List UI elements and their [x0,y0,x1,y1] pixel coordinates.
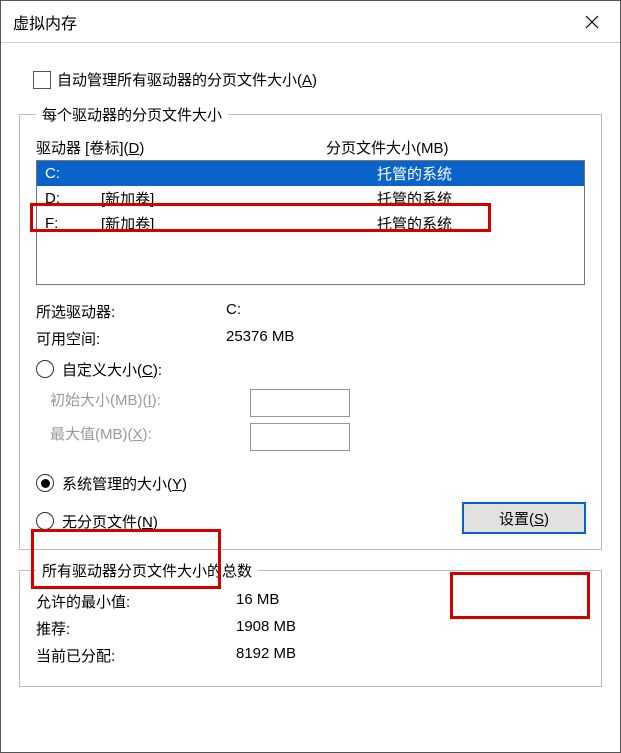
titlebar: 虚拟内存 [1,1,620,43]
set-button[interactable]: 设置(S) [463,503,585,533]
no-paging-label: 无分页文件(N) [62,511,158,532]
totals-group: 所有驱动器分页文件大小的总数 允许的最小值: 16 MB 推荐: 1908 MB… [19,560,602,687]
initial-size-row: 初始大小(MB)(I): [50,389,585,417]
drive-volume-label: [新加卷] [101,188,377,209]
custom-size-label: 自定义大小(C): [62,359,162,380]
set-button-label: 设置(S) [499,508,549,529]
max-size-input [250,423,350,451]
system-managed-label: 系统管理的大小(Y) [62,473,187,494]
dialog-content: 自动管理所有驱动器的分页文件大小(A) 每个驱动器的分页文件大小 驱动器 [卷标… [1,43,620,752]
drive-row-c[interactable]: C: 托管的系统 [37,161,584,186]
recommended-label: 推荐: [36,618,236,639]
window-title: 虚拟内存 [13,10,77,34]
allocated-row: 当前已分配: 8192 MB [36,645,585,666]
available-space-label: 可用空间: [36,328,226,349]
paging-header-label: 分页文件大小(MB) [326,137,585,158]
drive-letter: F: [45,215,101,232]
selected-drive-row: 所选驱动器: C: [36,301,585,322]
auto-manage-label: 自动管理所有驱动器的分页文件大小(A) [57,69,317,90]
drive-paging-size: 托管的系统 [377,188,584,209]
radio-dot-icon [41,479,50,488]
radio-icon [36,474,54,492]
min-allowed-row: 允许的最小值: 16 MB [36,591,585,612]
system-managed-radio[interactable]: 系统管理的大小(Y) [36,469,585,497]
close-icon [585,15,599,29]
drive-row-f[interactable]: F: [新加卷] 托管的系统 [37,211,584,236]
initial-size-input [250,389,350,417]
available-space-row: 可用空间: 25376 MB [36,328,585,349]
drive-volume-label: [新加卷] [101,213,377,234]
virtual-memory-dialog: 虚拟内存 自动管理所有驱动器的分页文件大小(A) 每个驱动器的分页文件大小 驱动… [0,0,621,753]
selected-drive-label: 所选驱动器: [36,301,226,322]
recommended-value: 1908 MB [236,618,296,639]
drive-letter: C: [45,165,101,182]
per-drive-group: 每个驱动器的分页文件大小 驱动器 [卷标](D) 分页文件大小(MB) C: 托… [19,104,602,550]
custom-size-radio[interactable]: 自定义大小(C): [36,355,585,383]
recommended-row: 推荐: 1908 MB [36,618,585,639]
per-drive-legend: 每个驱动器的分页文件大小 [36,104,228,125]
allocated-label: 当前已分配: [36,645,236,666]
available-space-value: 25376 MB [226,328,294,349]
drive-letter: D: [45,190,101,207]
auto-manage-checkbox[interactable]: 自动管理所有驱动器的分页文件大小(A) [33,69,602,90]
no-paging-radio[interactable]: 无分页文件(N) [36,507,463,535]
drive-paging-size: 托管的系统 [377,163,584,184]
drive-header-label: 驱动器 [卷标](D) [36,137,326,158]
min-allowed-label: 允许的最小值: [36,591,236,612]
close-button[interactable] [564,1,620,43]
max-size-label: 最大值(MB)(X): [50,423,240,451]
allocated-value: 8192 MB [236,645,296,666]
checkbox-icon [33,71,51,89]
totals-legend: 所有驱动器分页文件大小的总数 [36,560,258,581]
selected-drive-value: C: [226,301,241,322]
drive-list-headers: 驱动器 [卷标](D) 分页文件大小(MB) [36,137,585,158]
drive-paging-size: 托管的系统 [377,213,584,234]
drive-list[interactable]: C: 托管的系统 D: [新加卷] 托管的系统 F: [新加卷] 托管的系统 [36,160,585,285]
drive-row-d[interactable]: D: [新加卷] 托管的系统 [37,186,584,211]
max-size-row: 最大值(MB)(X): [50,423,585,451]
radio-icon [36,512,54,530]
min-allowed-value: 16 MB [236,591,279,612]
radio-icon [36,360,54,378]
initial-size-label: 初始大小(MB)(I): [50,389,240,417]
